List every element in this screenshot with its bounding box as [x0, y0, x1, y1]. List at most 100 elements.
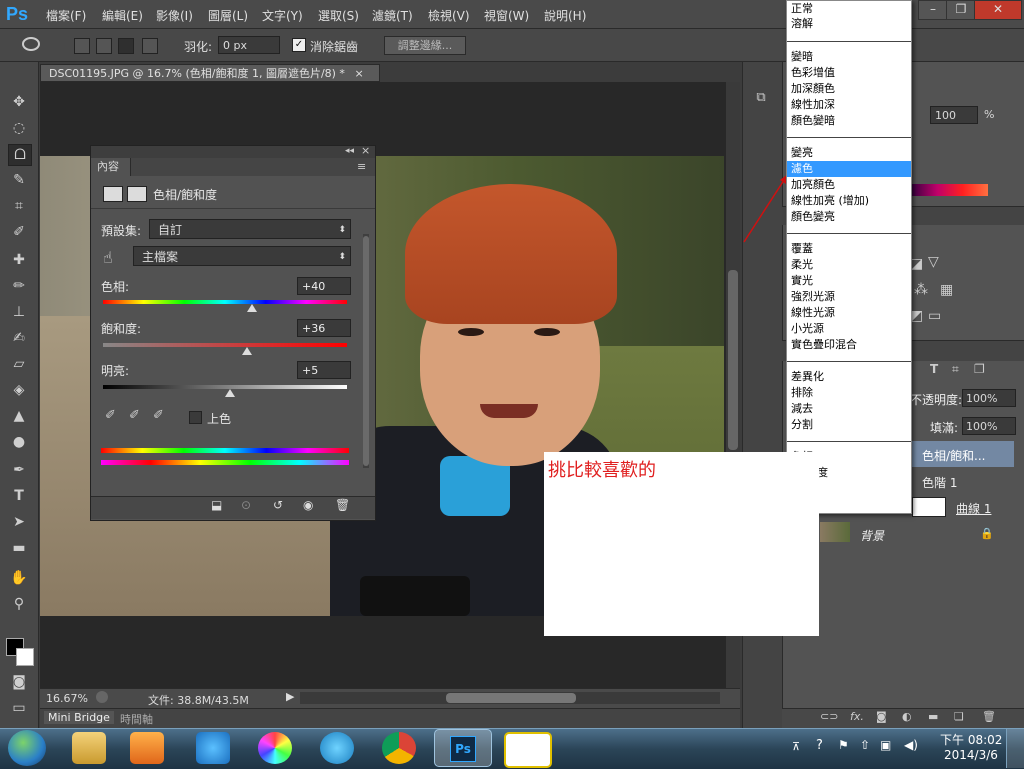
- blend-option[interactable]: 線性光源: [791, 305, 835, 320]
- help-tray-icon[interactable]: ?: [816, 738, 823, 753]
- feather-input[interactable]: 0 px: [218, 36, 280, 54]
- tab-properties[interactable]: 內容: [91, 158, 131, 176]
- add-mask-icon[interactable]: ◙: [876, 710, 887, 723]
- delete-layer-icon[interactable]: 🗑: [982, 710, 996, 723]
- healing-tool-icon[interactable]: ✚: [8, 250, 30, 270]
- panel-close-icon[interactable]: ×: [361, 144, 370, 157]
- blend-option[interactable]: 強烈光源: [791, 289, 835, 304]
- zoom-level[interactable]: 16.67%: [46, 692, 88, 705]
- blend-option[interactable]: 線性加亮 (增加): [791, 193, 869, 208]
- colorize-checkbox[interactable]: [189, 411, 202, 424]
- subtract-selection-icon[interactable]: [118, 38, 134, 54]
- blend-option[interactable]: 小光源: [791, 321, 824, 336]
- blend-option[interactable]: 溶解: [791, 16, 813, 31]
- menu-edit[interactable]: 編輯(E): [102, 7, 143, 24]
- color-value-input[interactable]: 100: [930, 106, 978, 124]
- smart-object-filter-icon[interactable]: ❐: [974, 362, 985, 376]
- panel-menu-icon[interactable]: ≡: [357, 160, 366, 173]
- mask-icon[interactable]: [127, 186, 147, 202]
- lightness-slider-handle[interactable]: [224, 389, 235, 397]
- document-tab-close[interactable]: ×: [354, 67, 363, 80]
- preset-select[interactable]: 自訂 ⬍: [149, 219, 351, 239]
- menu-type[interactable]: 文字(Y): [262, 7, 303, 24]
- minimize-button[interactable]: –: [918, 0, 948, 20]
- crop-tool-icon[interactable]: ⌗: [8, 196, 30, 216]
- new-adjustment-icon[interactable]: ◐: [902, 710, 912, 723]
- panel-scroll-thumb[interactable]: [363, 236, 369, 466]
- canvas-vscroll-thumb[interactable]: [728, 270, 738, 450]
- background-color-swatch[interactable]: [16, 648, 34, 666]
- layer-thumbnail[interactable]: [820, 522, 850, 542]
- layer-name[interactable]: 色階 1: [922, 474, 957, 491]
- chrome-icon[interactable]: [382, 732, 416, 764]
- menu-window[interactable]: 視窗(W): [484, 7, 529, 24]
- blend-option[interactable]: 差異化: [791, 369, 824, 384]
- document-tab[interactable]: DSC01195.JPG @ 16.7% (色相/飽和度 1, 圖層遮色片/8)…: [40, 64, 380, 82]
- messenger-icon[interactable]: [320, 732, 354, 764]
- blend-option[interactable]: 實光: [791, 273, 813, 288]
- channel-mixer-icon[interactable]: ⁂: [914, 282, 928, 298]
- start-button[interactable]: [8, 730, 46, 766]
- menu-file[interactable]: 檔案(F): [46, 7, 86, 24]
- history-panel-icon[interactable]: ⧉: [752, 90, 770, 108]
- status-menu-arrow-icon[interactable]: ▶: [286, 690, 294, 703]
- menu-filter[interactable]: 濾鏡(T): [372, 7, 413, 24]
- blend-option[interactable]: 正常: [791, 1, 813, 16]
- color-lookup-icon[interactable]: ▦: [940, 282, 953, 298]
- new-layer-icon[interactable]: ❏: [954, 710, 964, 723]
- path-select-icon[interactable]: ➤: [8, 512, 30, 532]
- hue-slider-handle[interactable]: [246, 304, 257, 312]
- tray-arrow-icon[interactable]: ⊼: [792, 740, 800, 753]
- blend-option[interactable]: 顏色變亮: [791, 209, 835, 224]
- blend-option[interactable]: 加深顏色: [791, 81, 835, 96]
- threshold-icon[interactable]: ▭: [928, 308, 941, 324]
- blend-option[interactable]: 線性加深: [791, 97, 835, 112]
- volume-tray-icon[interactable]: ◀): [904, 738, 918, 752]
- eyedropper-tool-icon[interactable]: ✐: [8, 222, 30, 242]
- tab-mini-bridge[interactable]: Mini Bridge: [44, 711, 114, 724]
- layer-name[interactable]: 曲線 1: [956, 500, 991, 517]
- type-filter-icon[interactable]: T: [930, 362, 938, 376]
- blend-option[interactable]: 實色疊印混合: [791, 337, 857, 352]
- canvas-hscroll-thumb[interactable]: [446, 693, 576, 703]
- hue-value[interactable]: +40: [297, 277, 351, 295]
- arrow-tray-icon[interactable]: ⇧: [860, 738, 870, 752]
- flag-tray-icon[interactable]: ⚑: [838, 738, 849, 752]
- channel-select[interactable]: 主檔案 ⬍: [133, 246, 351, 266]
- screen-mode-icon[interactable]: ▭: [8, 698, 30, 718]
- blend-option[interactable]: 加亮顏色: [791, 177, 835, 192]
- saturation-slider-handle[interactable]: [241, 347, 252, 355]
- network-tray-icon[interactable]: ▣: [880, 738, 891, 752]
- panel-collapse-icon[interactable]: ◂◂: [345, 146, 354, 156]
- blend-option[interactable]: 分割: [791, 417, 813, 432]
- restore-button[interactable]: ❐: [946, 0, 976, 20]
- blend-option[interactable]: 變暗: [791, 49, 813, 64]
- close-window-button[interactable]: ✕: [974, 0, 1022, 20]
- eyedropper-minus-icon[interactable]: ✐: [153, 408, 164, 423]
- lightness-value[interactable]: +5: [297, 361, 351, 379]
- blend-option-selected[interactable]: 濾色: [791, 161, 813, 176]
- layer-name[interactable]: 色相/飽和...: [922, 447, 986, 464]
- gradient-map-icon[interactable]: ▽: [928, 254, 939, 270]
- layer-name[interactable]: 背景: [860, 527, 884, 544]
- move-tool-icon[interactable]: ✥: [8, 92, 30, 112]
- show-desktop-button[interactable]: [1006, 729, 1024, 768]
- visibility-icon[interactable]: ◉: [303, 498, 313, 512]
- pen-tool-icon[interactable]: ✒: [8, 460, 30, 480]
- type-tool-icon[interactable]: T: [8, 486, 30, 506]
- blend-option[interactable]: 覆蓋: [791, 241, 813, 256]
- lasso-tool-icon[interactable]: ᗝ: [8, 144, 32, 166]
- camera-app-icon[interactable]: [504, 732, 552, 768]
- brush-tool-icon[interactable]: ✏: [8, 276, 30, 296]
- shape-filter-icon[interactable]: ⌗: [952, 362, 959, 377]
- picasa-icon[interactable]: [258, 732, 292, 764]
- menu-view[interactable]: 檢視(V): [428, 7, 470, 24]
- delete-icon[interactable]: 🗑: [335, 498, 350, 512]
- targeted-adjust-hand-icon[interactable]: ☝: [103, 248, 113, 267]
- zoom-tool-icon[interactable]: ⚲: [8, 594, 30, 614]
- eyedropper-icon[interactable]: ✐: [105, 408, 116, 423]
- eyedropper-plus-icon[interactable]: ✐: [129, 408, 140, 423]
- blend-option[interactable]: 柔光: [791, 257, 813, 272]
- eraser-tool-icon[interactable]: ▱: [8, 354, 30, 374]
- menu-help[interactable]: 說明(H): [544, 7, 586, 24]
